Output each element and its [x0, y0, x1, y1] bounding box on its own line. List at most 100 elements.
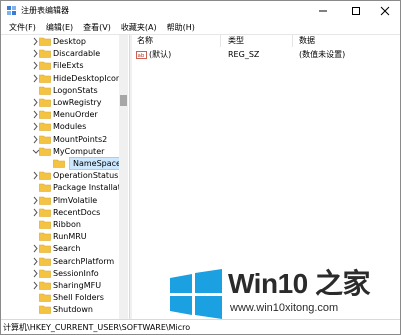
tree-item[interactable]: LogonStats [1, 84, 119, 97]
close-button[interactable] [369, 1, 401, 21]
close-icon [380, 6, 390, 16]
window-title: 注册表编辑器 [21, 6, 69, 15]
tree-item-label: RunMRU [53, 232, 87, 242]
regedit-window: 注册表编辑器 文件(F) 编辑(E) 查看(V) 收藏夹(A) 帮助(H) De… [0, 0, 401, 335]
folder-icon [39, 110, 51, 119]
folder-icon [39, 306, 51, 315]
tree-item-label: PlmVolatile [53, 195, 98, 205]
folder-icon [39, 74, 51, 83]
tree-item[interactable]: FileExts [1, 59, 119, 72]
column-divider[interactable] [292, 35, 293, 47]
folder-icon [39, 269, 51, 278]
folder-icon [39, 184, 51, 193]
folder-icon [39, 208, 51, 217]
tree-item[interactable]: LowRegistry [1, 96, 119, 109]
watermark-url: www.win10xitong.com [230, 302, 339, 314]
tree-item-label: Shell Folders [53, 293, 104, 303]
menu-file[interactable]: 文件(F) [4, 21, 41, 34]
tree-item[interactable]: OperationStatusMa [1, 169, 128, 182]
tree-item[interactable]: RunMRU [1, 230, 119, 243]
tree-scrollbar[interactable] [119, 35, 128, 319]
tree-item[interactable]: Desktop [1, 35, 119, 48]
folder-icon [39, 123, 51, 132]
value-name: (默认) [149, 50, 172, 59]
tree-item-label: Shutdown [53, 305, 93, 315]
tree-item[interactable]: RecentDocs [1, 206, 119, 219]
tree-item[interactable]: Modules [1, 120, 119, 133]
tree-item-label: Ribbon [53, 220, 81, 229]
column-header-data[interactable]: 数据 [299, 35, 315, 47]
tree-item-label: MyComputer [53, 146, 105, 156]
tree-item[interactable]: MyComputer [1, 145, 119, 158]
folder-icon [53, 159, 65, 168]
title-bar: 注册表编辑器 [1, 1, 400, 21]
watermark: Win10 之家 www.win10xitong.com [166, 269, 401, 329]
tree-item[interactable]: MountPoints2 [1, 133, 119, 146]
registry-editor-icon [7, 6, 16, 15]
menu-bar: 文件(F) 编辑(E) 查看(V) 收藏夹(A) 帮助(H) [1, 21, 400, 34]
tree-item[interactable]: NameSpace [1, 157, 125, 170]
menu-favorites[interactable]: 收藏夹(A) [116, 21, 162, 34]
tree-item-label: FileExts [53, 61, 84, 71]
tree-item[interactable]: SearchPlatform [1, 255, 119, 268]
tree-item-label: Desktop [53, 37, 86, 46]
tree-item[interactable]: SharingMFU [1, 279, 119, 292]
column-header-name[interactable]: 名称 [137, 35, 153, 47]
folder-icon [39, 293, 51, 302]
folder-icon [39, 196, 51, 205]
tree-item-label: SearchPlatform [53, 256, 115, 266]
maximize-button[interactable] [340, 1, 372, 21]
svg-text:ab: ab [138, 53, 145, 59]
folder-icon [39, 245, 51, 254]
key-tree: Desktop Discardable FileExts HideDesktopIco… [1, 35, 128, 319]
folder-icon [39, 257, 51, 266]
tree-item[interactable]: Ribbon [1, 218, 119, 231]
status-path: 计算机\HKEY_CURRENT_USER\SOFTWARE\Micro [3, 323, 191, 332]
folder-icon [39, 220, 51, 229]
tree-item[interactable]: MenuOrder [1, 108, 119, 121]
folder-icon [39, 98, 51, 107]
value-data: (数值未设置) [299, 50, 346, 59]
folder-icon [39, 37, 51, 46]
folder-icon [39, 135, 51, 144]
tree-item[interactable]: Package Installatio [1, 181, 128, 194]
folder-icon [39, 232, 51, 241]
tree-scrollbar-thumb[interactable] [120, 95, 127, 106]
folder-icon [39, 147, 51, 156]
windows-logo-icon [170, 269, 222, 319]
folder-icon [39, 171, 51, 180]
column-divider[interactable] [220, 35, 221, 47]
tree-item[interactable]: Shutdown [1, 303, 119, 316]
tree-item-label: RecentDocs [53, 207, 101, 217]
tree-item-label: SharingMFU [53, 281, 102, 290]
tree-item-label: MountPoints2 [53, 134, 108, 144]
column-header-type[interactable]: 类型 [228, 35, 244, 47]
maximize-icon [352, 7, 360, 15]
tree-item-label: LogonStats [53, 85, 98, 95]
minimize-icon [319, 10, 327, 12]
menu-help[interactable]: 帮助(H) [162, 21, 200, 34]
list-header: 名称 类型 数据 [132, 35, 400, 48]
tree-item[interactable]: Shell Folders [1, 291, 119, 304]
list-row[interactable]: ab (默认) REG_SZ (数值未设置) [132, 49, 400, 61]
tree-item[interactable]: Search [1, 242, 119, 255]
value-type: REG_SZ [228, 50, 260, 59]
tree-item[interactable]: PlmVolatile [1, 194, 119, 207]
folder-icon [39, 281, 51, 290]
tree-item[interactable]: SessionInfo [1, 267, 119, 280]
tree-item-label: Package Installatio [53, 183, 128, 193]
tree-item-label: MenuOrder [53, 110, 98, 120]
tree-item-label: NameSpace [69, 157, 125, 170]
string-value-icon: ab [136, 51, 147, 59]
tree-item-label: HideDesktopIcons [53, 73, 126, 83]
menu-view[interactable]: 查看(V) [78, 21, 116, 34]
folder-icon [39, 62, 51, 71]
tree-item[interactable]: Discardable [1, 47, 119, 60]
tree-item[interactable]: HideDesktopIcons [1, 72, 125, 85]
folder-icon [39, 86, 51, 95]
tree-item-label: Modules [53, 122, 87, 132]
menu-edit[interactable]: 编辑(E) [41, 21, 78, 34]
folder-icon [39, 49, 51, 58]
tree-item-label: OperationStatusMa [53, 171, 128, 181]
minimize-button[interactable] [307, 1, 339, 21]
